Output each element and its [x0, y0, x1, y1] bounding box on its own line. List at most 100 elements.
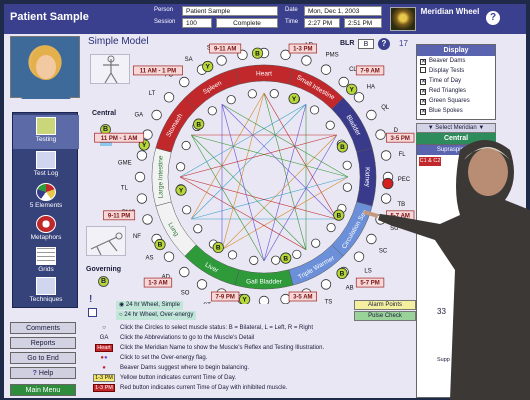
flag-dots-icon: ●● — [100, 355, 108, 361]
nav-grids[interactable]: Grids — [13, 247, 79, 273]
muscle-circle[interactable] — [309, 105, 320, 115]
muscle-circle[interactable] — [163, 92, 175, 103]
muscle-abbreviation[interactable]: GME — [118, 160, 132, 166]
comments-button[interactable]: Comments — [10, 322, 76, 334]
muscle-circle[interactable] — [258, 295, 270, 304]
muscle-circle[interactable] — [163, 251, 175, 262]
option-red-triangles[interactable]: ✕ Red Triangles — [417, 86, 495, 96]
muscle-abbreviation[interactable]: AB — [346, 286, 354, 292]
session-field[interactable]: 100 — [182, 18, 212, 28]
connection-line — [263, 92, 338, 220]
connection-line — [191, 104, 307, 220]
muscle-circle[interactable] — [271, 255, 281, 265]
muscle-circle[interactable] — [353, 92, 365, 103]
muscle-circle[interactable] — [320, 279, 332, 290]
muscle-circle[interactable] — [326, 222, 336, 233]
muscle-circle[interactable] — [134, 171, 146, 183]
status-marker-letter: B — [158, 242, 163, 249]
muscle-circle[interactable] — [179, 266, 190, 278]
connection-line — [221, 103, 349, 178]
checkbox-icon[interactable]: ✕ — [420, 109, 426, 115]
help-button[interactable]: ? Help — [10, 367, 76, 379]
muscle-circle[interactable] — [338, 76, 349, 88]
option-24hr-simple[interactable]: ◉ 24 hr Wheel, Simple — [116, 301, 183, 310]
muscle-circle[interactable] — [181, 140, 191, 151]
muscle-circle[interactable] — [179, 76, 190, 88]
checkbox-icon[interactable]: ✕ — [420, 99, 426, 105]
muscle-abbreviation[interactable]: LT — [149, 91, 156, 97]
muscle-abbreviation[interactable]: SO — [181, 291, 190, 297]
muscle-abbreviation[interactable]: QL — [381, 105, 390, 111]
muscle-circle[interactable] — [136, 150, 148, 161]
time-start-field[interactable]: 2:27 PM — [304, 18, 340, 28]
muscle-abbreviation[interactable]: GA — [134, 112, 143, 118]
nav-metaphors[interactable]: Metaphors — [13, 215, 79, 241]
nav-test-log[interactable]: Test Log — [13, 151, 79, 177]
muscle-circle[interactable] — [269, 89, 279, 99]
status-marker-letter: B — [255, 50, 260, 57]
muscle-circle[interactable] — [142, 214, 153, 225]
muscle-circle[interactable] — [292, 249, 302, 259]
checkbox-icon[interactable]: ✕ — [420, 89, 426, 95]
muscle-circle[interactable] — [182, 205, 192, 215]
muscle-circle[interactable] — [325, 120, 335, 130]
checkbox-icon[interactable] — [420, 67, 426, 73]
option-24hr-over-energy[interactable]: ○ 24 hr Wheel, Over-energy — [116, 311, 197, 320]
test-log-icon — [36, 151, 56, 169]
nav-testing[interactable]: Testing — [13, 115, 79, 149]
muscle-circle[interactable] — [301, 55, 312, 66]
muscle-circle[interactable] — [176, 162, 186, 172]
muscle-abbreviation[interactable]: NF — [133, 234, 141, 240]
muscle-circle[interactable] — [247, 89, 257, 99]
muscle-circle[interactable] — [249, 255, 259, 265]
muscle-circle[interactable] — [151, 109, 162, 121]
muscle-circle[interactable] — [142, 129, 153, 140]
option-beaver-dams[interactable]: ✕ Beaver Dams — [417, 56, 495, 66]
muscle-circle[interactable] — [226, 95, 236, 105]
muscle-circle[interactable] — [207, 106, 217, 116]
blr-select[interactable]: B — [358, 39, 374, 49]
meridian-label[interactable]: Large Intestine — [158, 155, 165, 198]
muscle-circle[interactable] — [136, 193, 148, 204]
question-icon: ? — [32, 370, 37, 377]
muscle-circle[interactable] — [193, 224, 203, 234]
time-end-field[interactable]: 2:51 PM — [344, 18, 382, 28]
muscle-circle[interactable] — [227, 250, 238, 260]
muscle-circle[interactable] — [342, 160, 352, 170]
muscle-abbreviation[interactable]: ST — [203, 303, 211, 304]
option-green-squares[interactable]: ✕ Green Squares — [417, 96, 495, 106]
muscle-abbreviation[interactable]: AS — [146, 256, 154, 262]
option-time-of-day[interactable]: ✕ Time of Day — [417, 76, 495, 86]
nav-techniques[interactable]: Techniques — [13, 277, 79, 303]
reports-button[interactable]: Reports — [10, 337, 76, 349]
blr-help-icon[interactable]: ? — [378, 38, 390, 50]
muscle-abbreviation[interactable]: PMS — [326, 53, 339, 59]
muscle-abbreviation[interactable]: TL — [121, 185, 129, 191]
option-display-tests[interactable]: Display Tests — [417, 66, 495, 76]
meridian-label[interactable]: Heart — [256, 71, 272, 78]
muscle-abbreviation[interactable]: SA — [185, 57, 193, 63]
main-menu-button[interactable]: Main Menu — [10, 384, 76, 396]
meridian-label[interactable]: Gall Bladder — [246, 279, 283, 286]
nav-five-elements[interactable]: 5 Elements — [13, 183, 79, 209]
help-icon[interactable]: ? — [486, 11, 500, 25]
option-blue-spokes[interactable]: ✕ Blue Spokes — [417, 106, 495, 116]
date-field[interactable]: Mon, Dec 1, 2003 — [304, 6, 382, 16]
muscle-abbreviation[interactable]: HA — [367, 84, 375, 90]
person-field[interactable]: Patient Sample — [182, 6, 278, 16]
go-to-end-button[interactable]: Go to End — [10, 352, 76, 364]
muscle-abbreviation[interactable]: MT — [281, 42, 290, 43]
muscle-circle[interactable] — [196, 279, 208, 290]
muscle-circle[interactable] — [320, 64, 332, 75]
help-square-icon[interactable] — [88, 308, 97, 317]
muscle-circle[interactable] — [342, 182, 352, 192]
muscle-circle[interactable] — [216, 55, 227, 66]
status-marker-letter: B — [216, 245, 221, 252]
muscle-circle[interactable] — [366, 109, 377, 121]
muscle-circle[interactable] — [311, 238, 321, 248]
status-marker-letter: B — [196, 121, 201, 128]
checkbox-icon[interactable]: ✕ — [420, 79, 426, 85]
session-label: Session — [154, 19, 176, 25]
checkbox-icon[interactable]: ✕ — [420, 59, 426, 65]
muscle-abbreviation[interactable]: TS — [325, 299, 333, 304]
